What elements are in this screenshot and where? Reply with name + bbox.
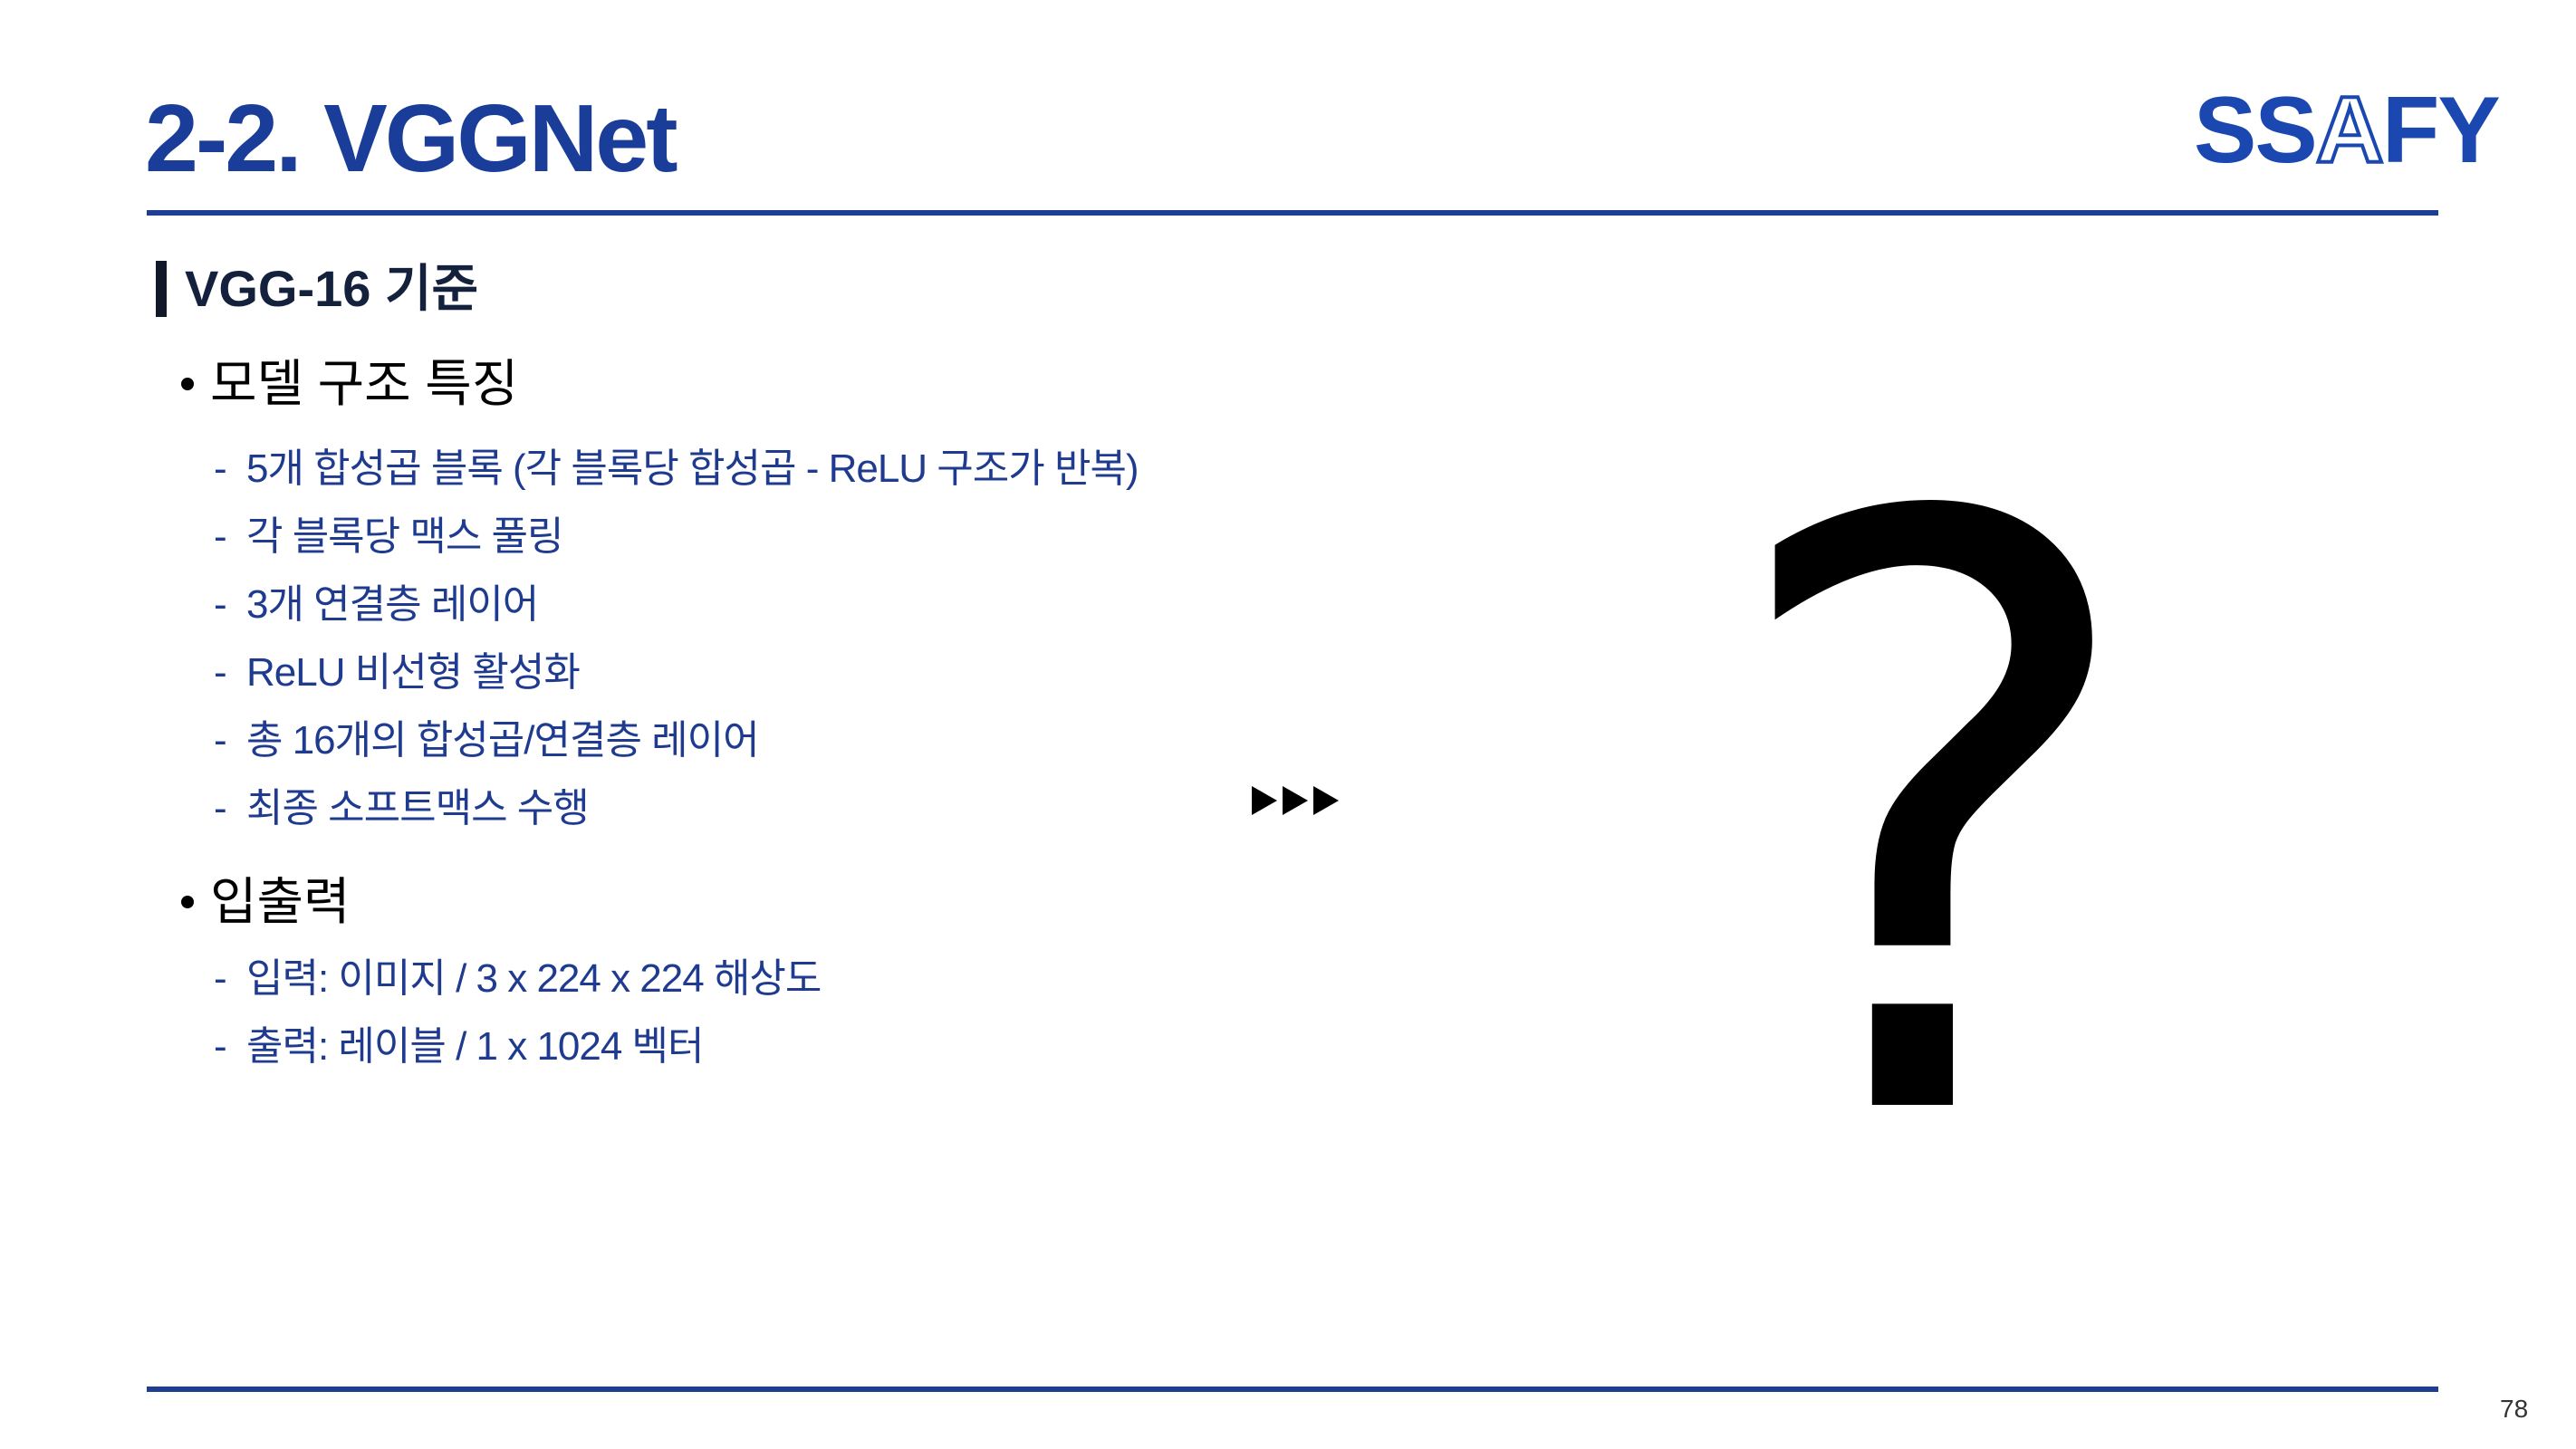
slide-title: 2-2. VGGNet <box>145 85 678 192</box>
triple-play-arrow-icon <box>1252 786 1339 815</box>
footer-divider <box>147 1387 2438 1392</box>
list-item: - 최종 소프트맥스 수행 <box>214 786 590 830</box>
logo-part-2: A <box>2314 78 2386 183</box>
dash-marker: - <box>214 956 227 1001</box>
dash-marker: - <box>214 582 227 627</box>
bullet-model-structure: 모델 구조 특징 <box>181 359 518 409</box>
title-divider <box>147 210 2438 216</box>
page-number: 78 <box>2500 1395 2529 1423</box>
list-item-text: 최종 소프트맥스 수행 <box>246 786 590 830</box>
bullet-dot-icon <box>181 896 194 908</box>
list-item-text: 각 블록당 맥스 풀링 <box>246 514 564 559</box>
section-heading: VGG-16 기준 <box>156 261 478 317</box>
dash-marker: - <box>214 786 227 830</box>
list-item: - ReLU 비선형 활성화 <box>214 650 581 695</box>
list-item-text: 입력: 이미지 / 3 x 224 x 224 해상도 <box>246 956 822 1001</box>
bullet-input-output: 입출력 <box>181 877 351 927</box>
list-item: -각 블록당 맥스 풀링 <box>214 514 564 559</box>
section-heading-text: VGG-16 기준 <box>185 260 479 317</box>
question-mark: ? <box>1716 350 2149 1298</box>
list-item: - 출력: 레이블 / 1 x 1024 벡터 <box>214 1024 705 1069</box>
list-item-text: 5개 합성곱 블록 (각 블록당 합성곱 - ReLU 구조가 반복) <box>246 446 1139 491</box>
logo-part-1: SS <box>2194 78 2318 183</box>
bullet-label: 모델 구조 특징 <box>210 355 519 412</box>
dash-marker: - <box>214 514 227 559</box>
dash-marker: - <box>214 1024 227 1069</box>
dash-marker: - <box>214 718 227 763</box>
list-item: -총 16개의 합성곱/연결층 레이어 <box>214 718 760 763</box>
list-item-text: 3개 연결층 레이어 <box>246 582 539 627</box>
dash-marker: - <box>214 446 227 491</box>
list-item: - 입력: 이미지 / 3 x 224 x 224 해상도 <box>214 956 822 1001</box>
list-item: -3개 연결층 레이어 <box>214 582 539 627</box>
bullet-label: 입출력 <box>210 873 351 930</box>
ssafy-logo: SSAFY <box>2194 82 2501 179</box>
list-item-text: 출력: 레이블 / 1 x 1024 벡터 <box>246 1024 705 1069</box>
list-item-text: 총 16개의 합성곱/연결층 레이어 <box>246 718 760 763</box>
section-marker-bar <box>156 261 167 317</box>
logo-part-3: FY <box>2381 78 2501 183</box>
list-item: -5개 합성곱 블록 (각 블록당 합성곱 - ReLU 구조가 반복) <box>214 449 1139 489</box>
bullet-dot-icon <box>181 378 194 390</box>
list-item-text: ReLU 비선형 활성화 <box>246 650 581 695</box>
dash-marker: - <box>214 650 227 695</box>
